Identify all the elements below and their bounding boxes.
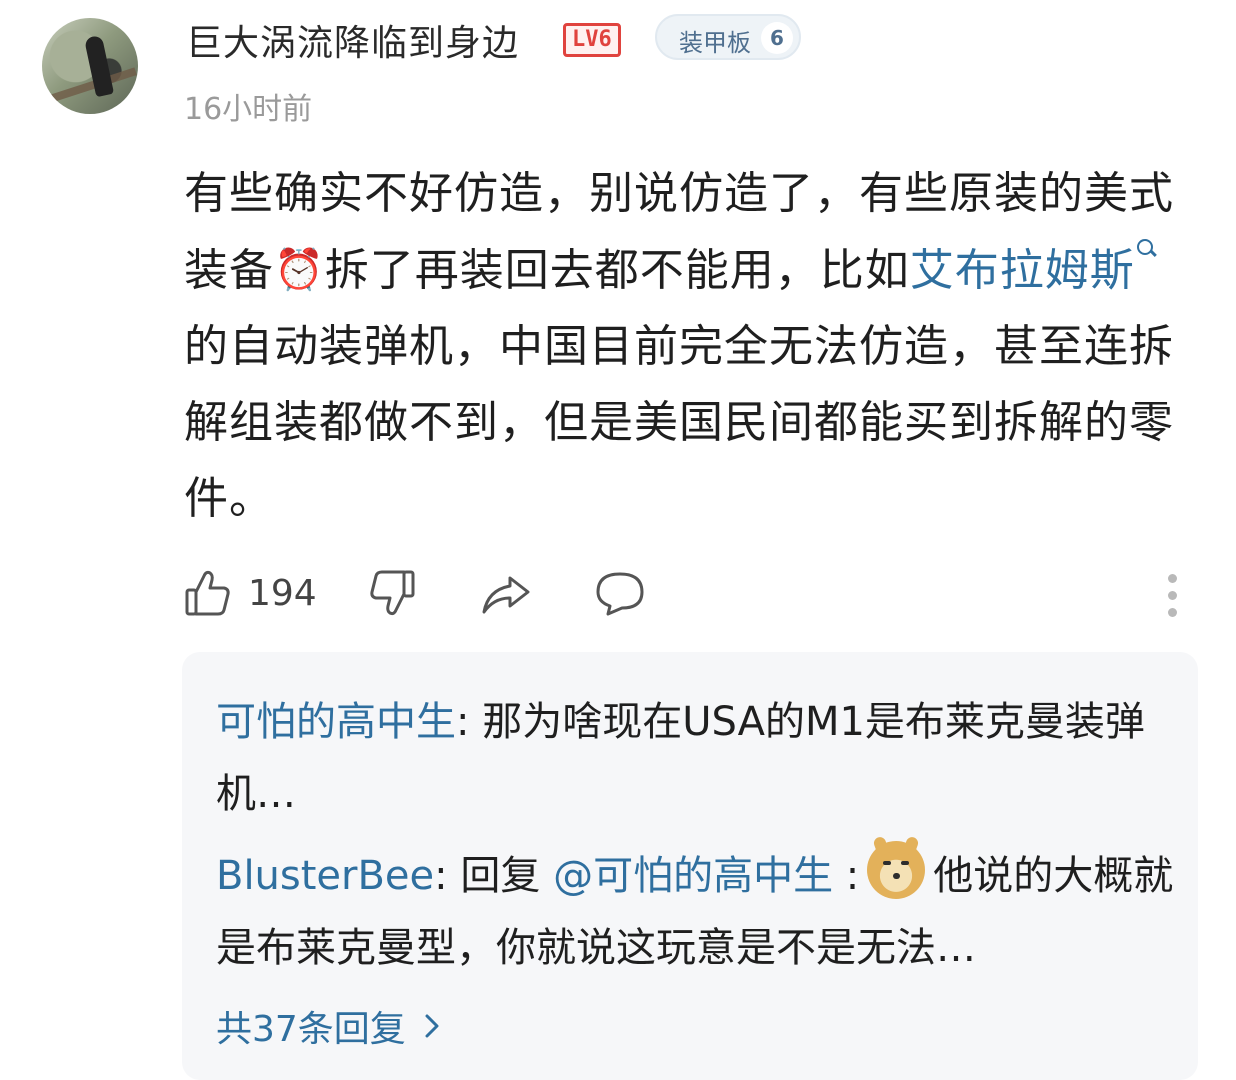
reply-separator: : xyxy=(434,853,461,899)
mention-separator: : xyxy=(833,853,860,899)
comment-bubble-icon xyxy=(596,572,644,616)
dot xyxy=(1168,574,1177,583)
dot xyxy=(1168,591,1177,600)
comment-text-part: 拆了再装回去都不能用，比如 xyxy=(324,245,910,296)
search-icon[interactable] xyxy=(1136,239,1155,257)
avatar[interactable] xyxy=(42,18,138,114)
fan-badge-count: 6 xyxy=(761,22,793,54)
view-all-replies-label: 共37条回复 xyxy=(216,1009,406,1050)
alarm-clock-icon: ⏰ xyxy=(274,247,325,293)
dislike-button[interactable] xyxy=(368,568,416,618)
reply-item[interactable]: BlusterBee: 回复 @可怕的高中生 : 他说的大概就是布莱克曼型，你就说… xyxy=(216,840,1176,984)
fan-badge[interactable]: 装甲板 6 xyxy=(655,14,801,60)
like-count: 194 xyxy=(248,572,317,614)
reply-prefix: 回复 xyxy=(460,853,554,899)
reply-preview-box[interactable]: 可怕的高中生: 那为啥现在USA的M1是布莱克曼装弹机… BlusterBee:… xyxy=(182,652,1198,1080)
mention-link[interactable]: @可怕的高中生 xyxy=(553,853,833,899)
view-all-replies-link[interactable]: 共37条回复 xyxy=(216,1000,440,1052)
search-link[interactable]: 艾布拉姆斯 xyxy=(910,245,1135,296)
comment-button[interactable] xyxy=(594,568,646,618)
reply-separator: : xyxy=(456,699,483,745)
level-badge: LV6 xyxy=(563,23,621,57)
comment-text-part: 的自动装弹机，中国目前完全无法仿造，甚至连拆解组装都做不到，但是美国民间都能买到… xyxy=(184,321,1174,524)
reply-item[interactable]: 可怕的高中生: 那为啥现在USA的M1是布莱克曼装弹机… xyxy=(216,686,1176,830)
thumbs-down-icon xyxy=(370,570,415,616)
like-button[interactable]: 194 xyxy=(184,568,317,618)
dot xyxy=(1168,608,1177,617)
timestamp: 16小时前 xyxy=(184,92,313,127)
avatar-rail xyxy=(43,67,137,105)
more-options-icon[interactable] xyxy=(1168,574,1180,625)
chevron-right-icon xyxy=(425,1014,439,1038)
action-bar: 194 xyxy=(184,568,1194,628)
username[interactable]: 巨大涡流降临到身边 xyxy=(186,14,519,66)
reply-username[interactable]: 可怕的高中生 xyxy=(216,699,456,745)
share-button[interactable] xyxy=(480,568,532,618)
comment-text: 有些确实不好仿造，别说仿造了，有些原装的美式装备⏰拆了再装回去都不能用，比如艾布… xyxy=(184,156,1194,537)
doge-emoji-icon xyxy=(867,841,926,899)
thumbs-up-icon xyxy=(185,570,230,616)
share-icon xyxy=(482,576,530,614)
reply-username[interactable]: BlusterBee xyxy=(216,853,434,899)
fan-badge-label: 装甲板 xyxy=(679,29,751,57)
